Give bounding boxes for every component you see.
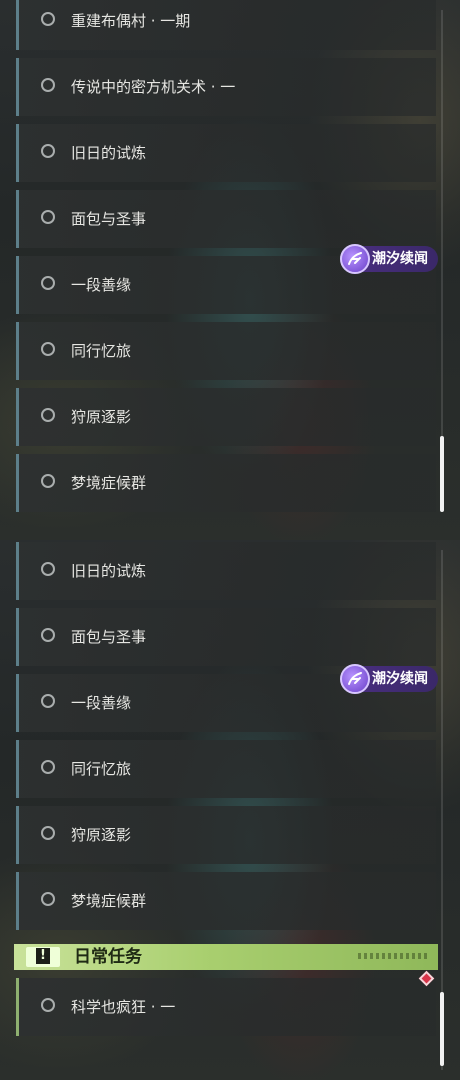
incomplete-circle-icon [41,144,55,158]
quest-list-panel-top: 重建布偶村 · 一期 传说中的密方机关术 · 一 旧日的试炼 面包与圣事 一段善… [0,0,460,540]
incomplete-circle-icon [41,892,55,906]
tide-event-icon [340,664,370,694]
incomplete-circle-icon [41,562,55,576]
quest-title: 一段善缘 [71,694,132,712]
quest-title: 面包与圣事 [71,210,147,228]
quest-title: 一段善缘 [71,276,132,294]
daily-quest-item[interactable]: 科学也疯狂 · 一 [16,978,436,1036]
incomplete-circle-icon [41,276,55,290]
quest-item[interactable]: 面包与圣事 [16,190,436,248]
quest-item[interactable]: 传说中的密方机关术 · 一 [16,58,436,116]
quest-item[interactable]: 旧日的试炼 [16,542,436,600]
quest-title: 狩原逐影 [71,826,132,844]
tide-event-tag[interactable]: 潮汐续闻 [340,244,438,274]
quest-list-panel-bottom: 旧日的试炼 面包与圣事 一段善缘 同行忆旅 狩原逐影 梦境症候群 ! 日常任务 … [0,540,460,1080]
quest-item[interactable]: 狩原逐影 [16,388,436,446]
incomplete-circle-icon [41,694,55,708]
tide-event-icon [340,244,370,274]
exclamation-icon: ! [26,947,60,967]
quest-title: 传说中的密方机关术 · 一 [71,78,236,96]
quest-title: 梦境症候群 [71,892,147,910]
quest-item[interactable]: 梦境症候群 [16,454,436,512]
quest-title: 同行忆旅 [71,760,132,778]
scrollbar-track[interactable] [441,10,443,510]
header-decoration [358,953,428,959]
quest-item[interactable]: 梦境症候群 [16,872,436,930]
quest-title: 科学也疯狂 · 一 [71,998,176,1016]
scrollbar-thumb[interactable] [440,436,444,512]
incomplete-circle-icon [41,998,55,1012]
quest-title: 重建布偶村 · 一期 [71,12,191,30]
incomplete-circle-icon [41,826,55,840]
quest-item[interactable]: 重建布偶村 · 一期 [16,0,436,50]
quest-title: 狩原逐影 [71,408,132,426]
incomplete-circle-icon [41,628,55,642]
quest-title: 面包与圣事 [71,628,147,646]
section-title: 日常任务 [74,947,142,967]
quest-title: 梦境症候群 [71,474,147,492]
quest-title: 旧日的试炼 [71,144,147,162]
incomplete-circle-icon [41,12,55,26]
incomplete-circle-icon [41,474,55,488]
quest-item[interactable]: 同行忆旅 [16,740,436,798]
quest-item[interactable]: 狩原逐影 [16,806,436,864]
quest-item[interactable]: 同行忆旅 [16,322,436,380]
incomplete-circle-icon [41,342,55,356]
incomplete-circle-icon [41,408,55,422]
tag-label: 潮汐续闻 [372,671,428,687]
daily-quests-header[interactable]: ! 日常任务 [14,944,438,970]
quest-title: 同行忆旅 [71,342,132,360]
scrollbar-thumb[interactable] [440,992,444,1066]
quest-title: 旧日的试炼 [71,562,147,580]
quest-item[interactable]: 面包与圣事 [16,608,436,666]
tide-event-tag[interactable]: 潮汐续闻 [340,664,438,694]
incomplete-circle-icon [41,760,55,774]
incomplete-circle-icon [41,78,55,92]
incomplete-circle-icon [41,210,55,224]
quest-item[interactable]: 旧日的试炼 [16,124,436,182]
tag-label: 潮汐续闻 [372,251,428,267]
